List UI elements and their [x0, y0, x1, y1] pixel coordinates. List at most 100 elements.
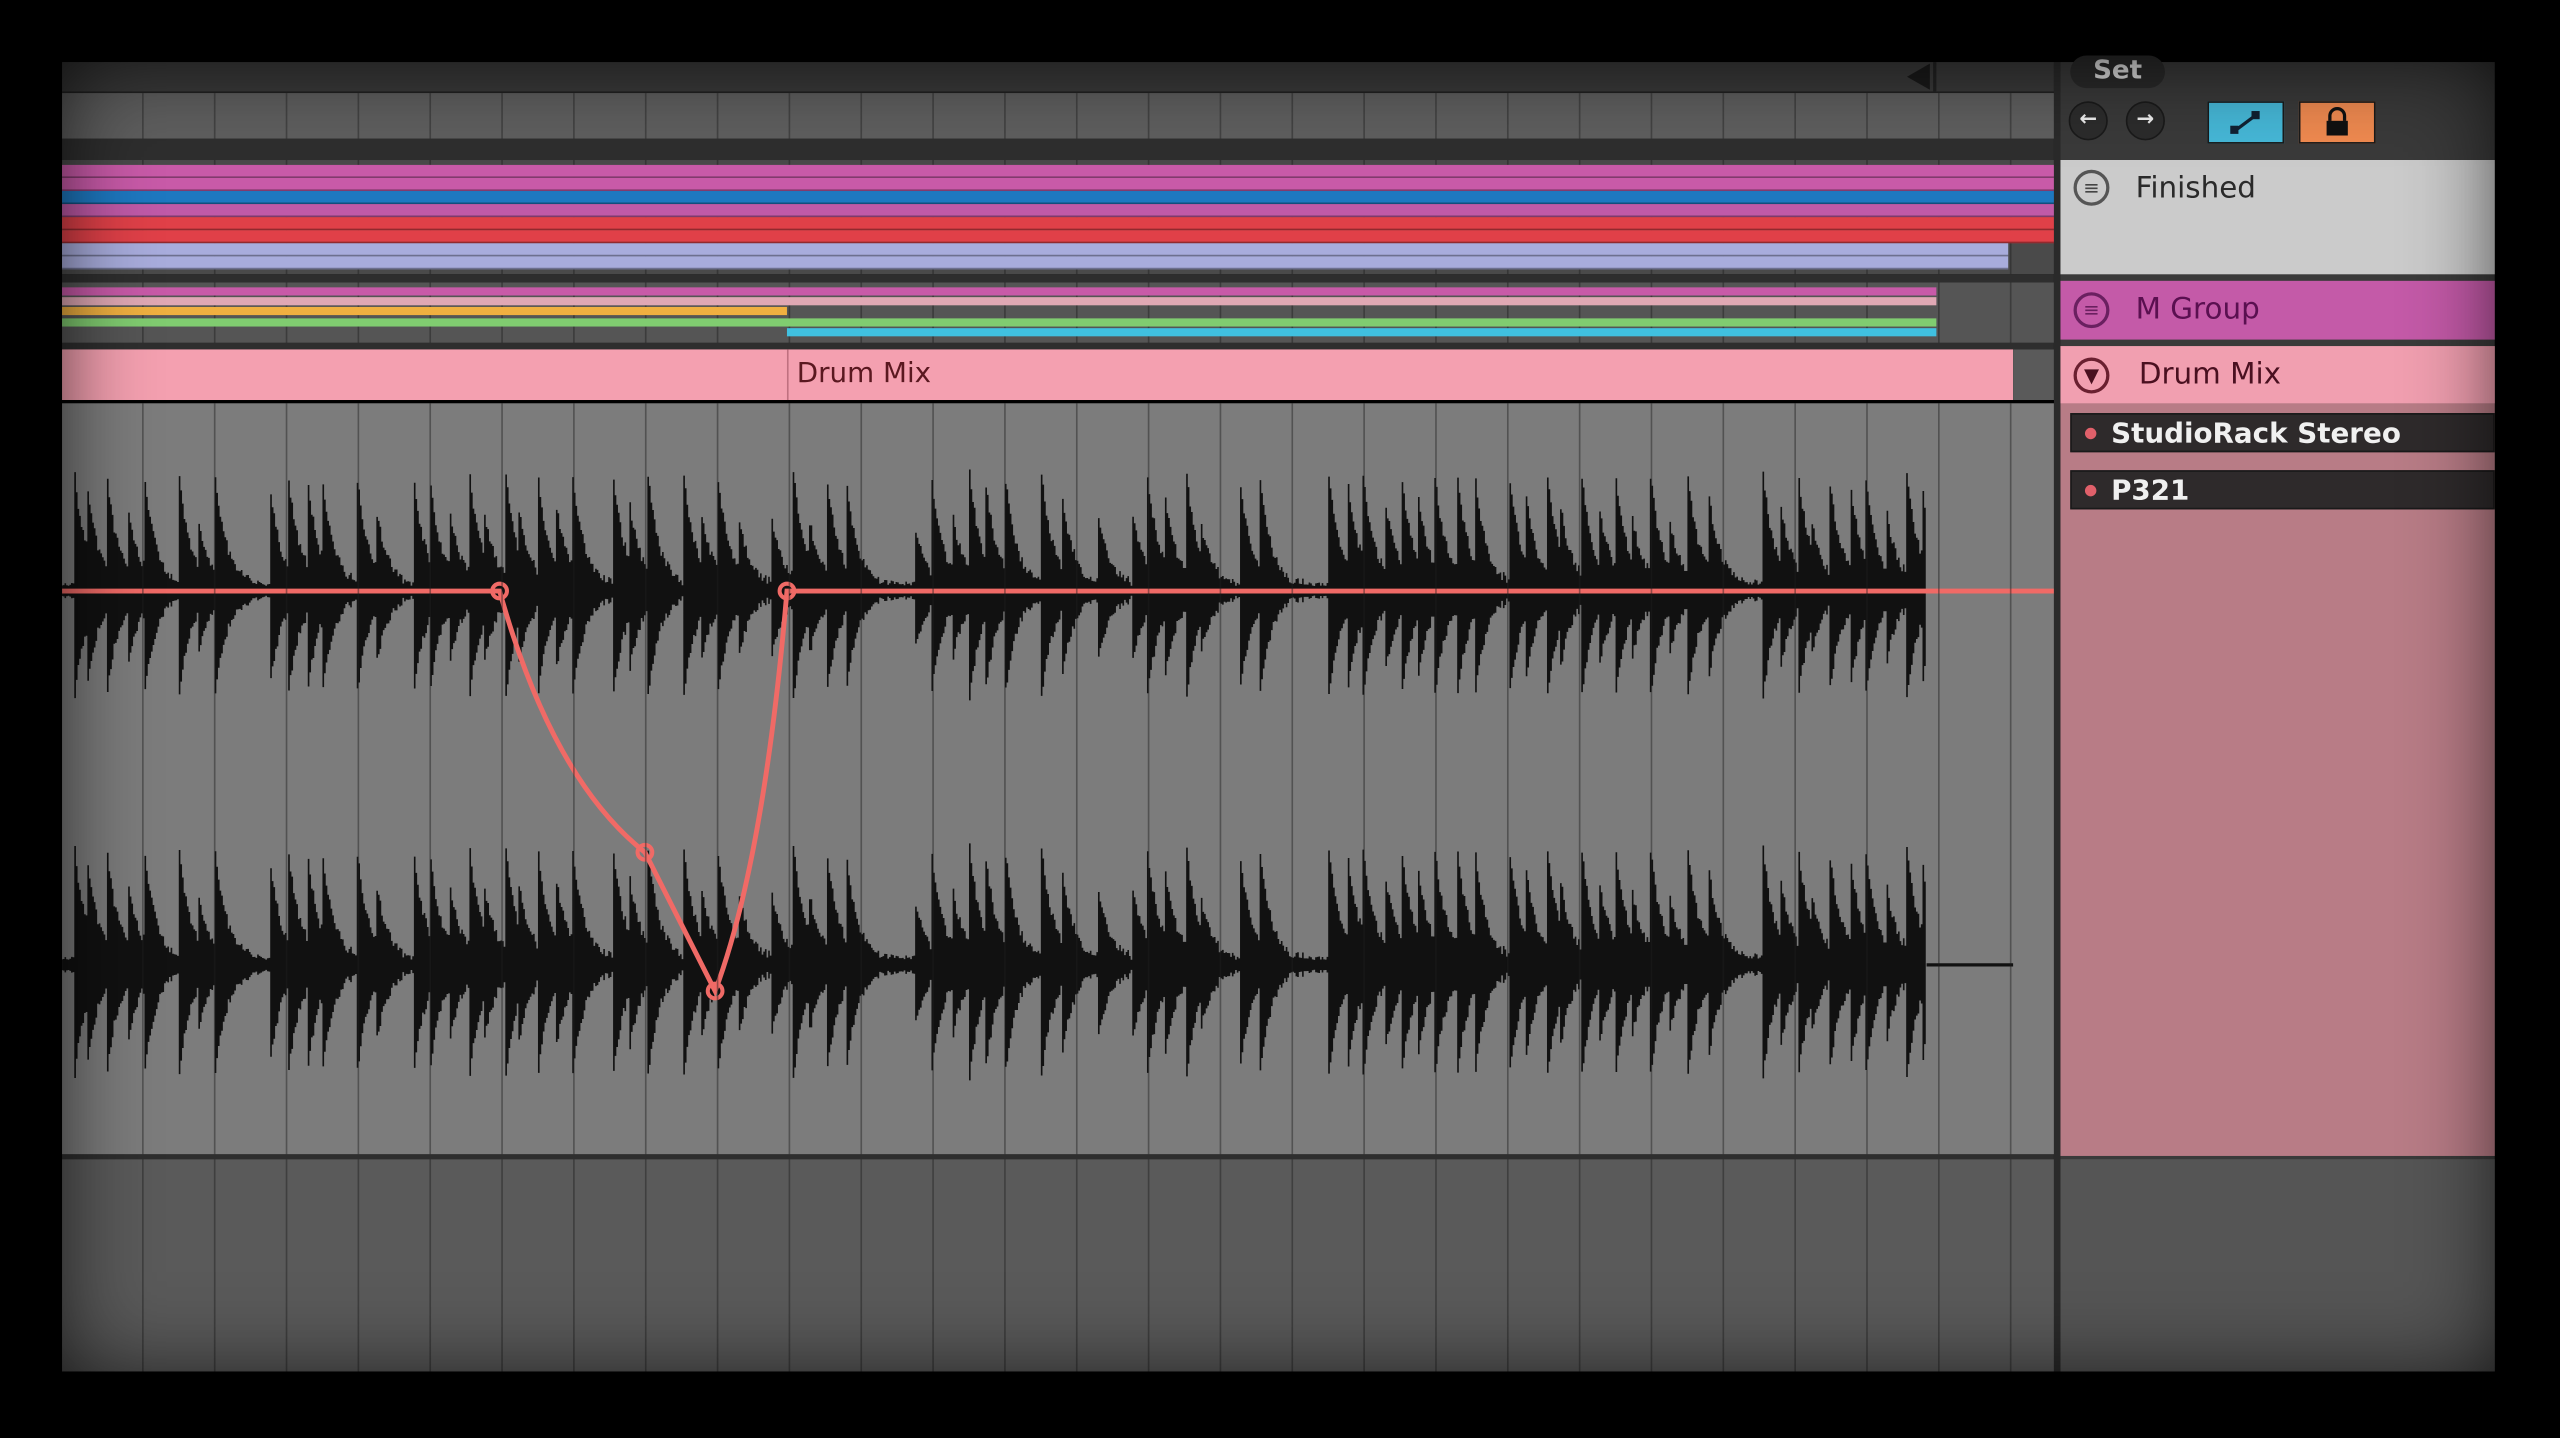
grid-line [1291, 93, 1294, 139]
group-fold-icon[interactable]: ≡ [2073, 292, 2110, 329]
grid-line [1435, 1159, 1437, 1372]
grid-line [429, 403, 432, 1155]
clip-lane[interactable] [62, 297, 1937, 306]
grid-line [1147, 93, 1150, 139]
grid-line [285, 1159, 288, 1372]
track-finished[interactable]: ≡ Finished [2060, 160, 2495, 275]
grid-line [1794, 403, 1796, 1155]
grid-line [1650, 403, 1653, 1155]
scroll-bar[interactable] [62, 62, 2054, 94]
device-on-icon[interactable] [2084, 427, 2097, 440]
grid-line [932, 403, 934, 1155]
clip-lane[interactable] [62, 191, 2054, 205]
waveform-path [62, 469, 1926, 1081]
grid-line [860, 1159, 863, 1372]
grid-line [1075, 93, 1078, 139]
clip-lane[interactable] [62, 256, 2009, 270]
clip-name: Drum Mix [796, 357, 932, 391]
lock-button[interactable] [2298, 101, 2376, 144]
clip-lane[interactable] [62, 243, 2009, 257]
grid-line [357, 93, 360, 139]
grid-line [1938, 403, 1940, 1155]
collapse-triangle-icon[interactable]: ▼ [2073, 357, 2110, 394]
group-fold-icon[interactable]: ≡ [2073, 169, 2110, 206]
group-track-finished-lanes[interactable] [62, 160, 2054, 275]
daw-window: Drum Mix Set ← → ≡ Finished ≡ M Group ▼ [0, 0, 2560, 1438]
grid-line [716, 1159, 719, 1372]
clip-lane[interactable] [62, 318, 1937, 327]
grid-line [1578, 93, 1581, 139]
grid-line [644, 93, 647, 139]
arrow-left-icon[interactable]: ← [2068, 101, 2108, 141]
clip-lane[interactable] [62, 306, 787, 316]
grid-line [1004, 93, 1006, 139]
grid-line [1506, 403, 1509, 1155]
track-m-group[interactable]: ≡ M Group [2060, 280, 2495, 340]
grid-line [213, 1159, 216, 1372]
grid-line [1794, 1159, 1796, 1372]
grid-line [1147, 403, 1150, 1155]
group-track-m-group-lanes[interactable] [62, 282, 2054, 343]
clip-lane[interactable] [62, 164, 2054, 178]
grid-line [285, 403, 288, 1155]
grid-line [501, 403, 503, 1155]
grid-line [429, 1159, 432, 1372]
grid-line [357, 1159, 360, 1372]
track-header-panel: Set ← → ≡ Finished ≡ M Group ▼ Drum Mix … [2060, 55, 2495, 1372]
grid-line [2009, 403, 2012, 1155]
device-studiorack-stereo[interactable]: StudioRack Stereo [2070, 413, 2495, 453]
grid-line [1219, 1159, 1222, 1372]
grid-line [788, 1159, 791, 1372]
clip-lane[interactable] [62, 230, 2054, 244]
grid-line [1435, 93, 1437, 139]
grid-line [142, 403, 144, 1155]
grid-line [429, 93, 432, 139]
grid-line [1938, 282, 1940, 343]
audio-clip-waveform[interactable] [62, 403, 2054, 1155]
arrow-right-icon[interactable]: → [2125, 101, 2165, 141]
grid-line [1291, 1159, 1294, 1372]
grid-line [1363, 403, 1365, 1155]
clip-lane[interactable] [786, 328, 1937, 337]
grid-line [1650, 1159, 1653, 1372]
grid-line [1866, 1159, 1868, 1372]
grid-line [1075, 1159, 1078, 1372]
clip-lane[interactable] [62, 204, 2054, 218]
grid-line [644, 403, 647, 1155]
clip-header[interactable]: Drum Mix [62, 349, 2014, 401]
loop-end-marker-icon[interactable] [1906, 63, 1930, 90]
grid-line [1506, 93, 1509, 139]
device-p321[interactable]: P321 [2070, 470, 2495, 510]
clip-lane[interactable] [62, 177, 2054, 192]
grid-line [932, 1159, 934, 1372]
empty-track-area[interactable] [62, 1159, 2054, 1372]
grid-line [1938, 1159, 1940, 1372]
clip-lane[interactable] [62, 287, 1937, 296]
grid-line [1435, 403, 1437, 1155]
grid-line [1938, 93, 1940, 139]
clip-lane[interactable] [62, 217, 2054, 231]
grid-line [932, 93, 934, 139]
grid-line [1722, 403, 1725, 1155]
waveform [62, 469, 2054, 1081]
grid-line [501, 93, 503, 139]
grid-line [1363, 93, 1365, 139]
grid-line [1650, 93, 1653, 139]
grid-line [1004, 403, 1006, 1155]
grid-line [1291, 403, 1294, 1155]
grid-line [2009, 282, 2012, 343]
set-button[interactable]: Set [2070, 55, 2165, 89]
track-drum-mix[interactable]: ▼ Drum Mix StudioRack Stereo P321 [2060, 346, 2495, 1156]
grid-line [1794, 93, 1796, 139]
grid-line [2009, 1159, 2012, 1372]
automation-mode-button[interactable] [2207, 101, 2285, 144]
grid-line [1004, 1159, 1006, 1372]
grid-line [1219, 93, 1222, 139]
grid-line [1578, 403, 1581, 1155]
grid-line [1866, 403, 1868, 1155]
beat-ruler[interactable] [62, 93, 2054, 139]
grid-line [142, 93, 144, 139]
grid-line [1363, 1159, 1365, 1372]
grid-line [573, 1159, 575, 1372]
device-on-icon[interactable] [2084, 484, 2097, 497]
